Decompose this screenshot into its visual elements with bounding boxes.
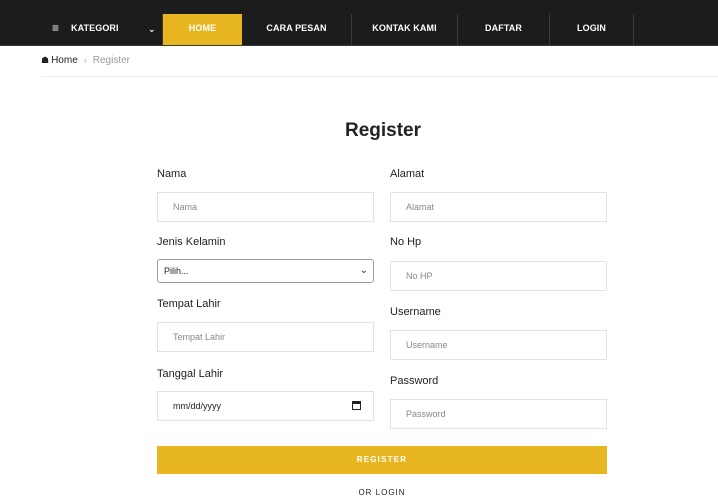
breadcrumb-current: Register xyxy=(92,55,131,66)
username-label: Username xyxy=(390,306,441,318)
breadcrumb: ☗ Home › Register xyxy=(41,55,130,66)
home-icon: ☗ xyxy=(41,55,50,65)
nav-cara-pesan[interactable]: CARA PESAN xyxy=(242,14,352,45)
hamburger-icon: ≡ xyxy=(52,21,60,35)
breadcrumb-home-link[interactable]: Home xyxy=(51,55,78,66)
jenis-kelamin-select[interactable]: Pilih... ⌄ xyxy=(157,259,374,283)
alamat-label: Alamat xyxy=(390,168,425,180)
password-label: Password xyxy=(390,375,439,387)
nav-home[interactable]: HOME xyxy=(163,14,242,45)
calendar-icon[interactable] xyxy=(352,401,361,410)
category-label: KATEGORI xyxy=(71,23,119,33)
or-login-link[interactable]: OR LOGIN xyxy=(157,488,607,497)
register-button[interactable]: REGISTER xyxy=(157,446,607,474)
top-navbar: ≡ KATEGORI ⌄ HOME CARA PESAN KONTAK KAMI… xyxy=(0,0,718,46)
password-input[interactable]: Password xyxy=(390,399,607,429)
nav-login[interactable]: LOGIN xyxy=(550,14,634,45)
chevron-down-icon: ⌄ xyxy=(359,265,368,276)
no-hp-input[interactable]: No HP xyxy=(390,261,607,291)
no-hp-label: No Hp xyxy=(390,236,422,248)
alamat-input[interactable]: Alamat xyxy=(390,192,607,222)
jenis-kelamin-selected: Pilih... xyxy=(164,266,189,276)
breadcrumb-separator-icon: › xyxy=(83,55,87,65)
tanggal-lahir-placeholder: mm/dd/yyyy xyxy=(173,401,222,411)
category-menu-button[interactable]: ≡ KATEGORI ⌄ xyxy=(41,14,163,45)
tanggal-lahir-input[interactable]: mm/dd/yyyy xyxy=(157,391,374,421)
nama-input[interactable]: Nama xyxy=(157,192,374,222)
chevron-down-icon: ⌄ xyxy=(148,24,156,34)
nav-kontak-kami[interactable]: KONTAK KAMI xyxy=(352,14,458,45)
tanggal-lahir-label: Tanggal Lahir xyxy=(157,368,224,380)
page-title: Register xyxy=(344,120,422,141)
breadcrumb-divider xyxy=(41,76,718,77)
tempat-lahir-input[interactable]: Tempat Lahir xyxy=(157,322,374,352)
jenis-kelamin-label: Jenis Kelamin xyxy=(157,236,226,248)
username-input[interactable]: Username xyxy=(390,330,607,360)
tempat-lahir-label: Tempat Lahir xyxy=(157,298,221,310)
nama-label: Nama xyxy=(157,168,187,180)
nav-daftar[interactable]: DAFTAR xyxy=(458,14,550,45)
